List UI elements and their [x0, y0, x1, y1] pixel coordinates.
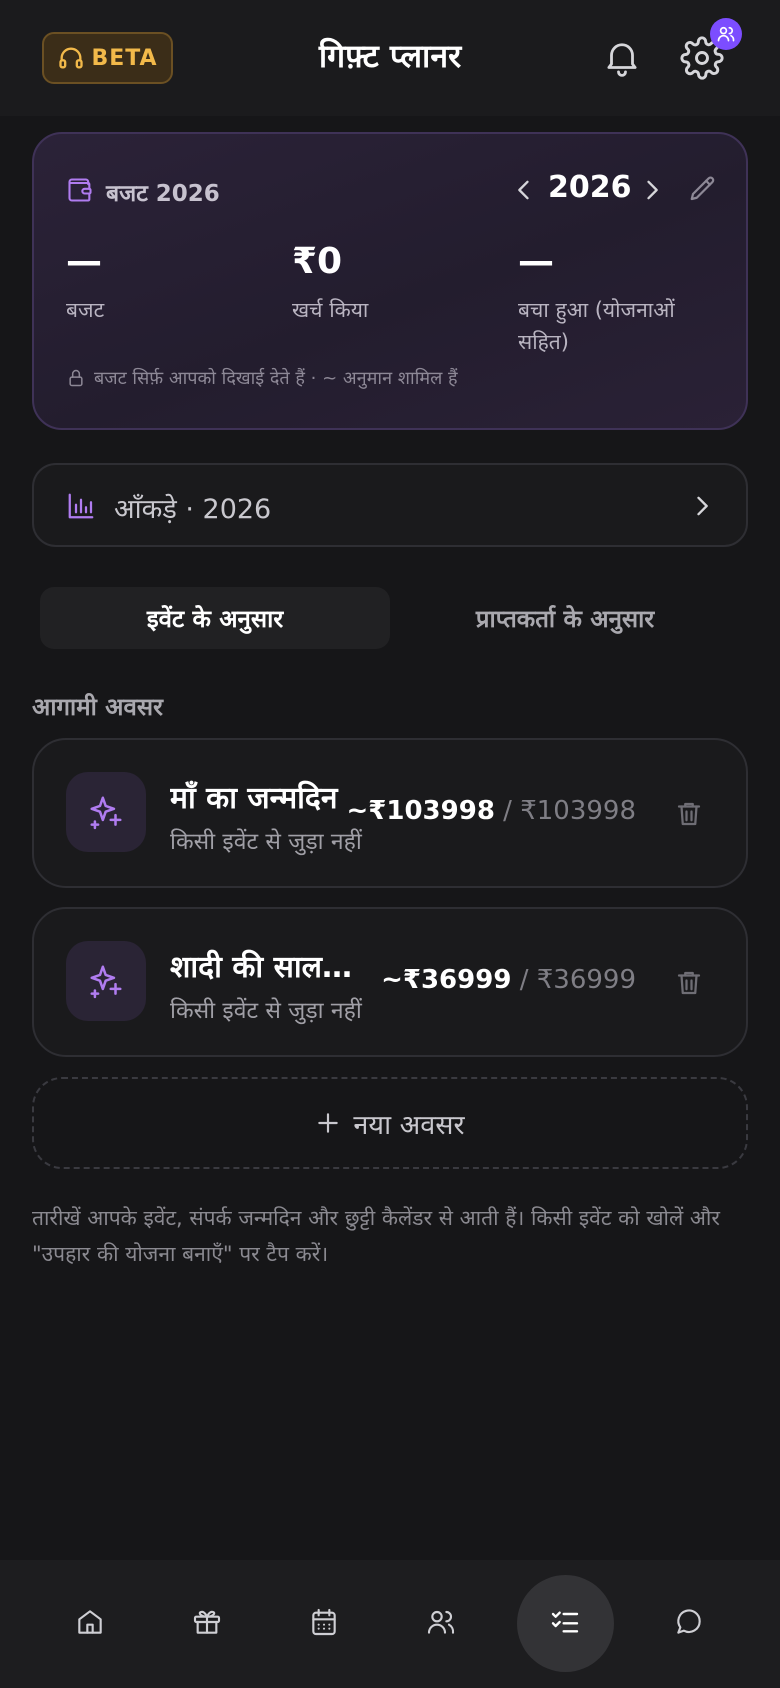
- nav-gifts[interactable]: [179, 1594, 235, 1650]
- stat-value: —: [518, 241, 554, 282]
- people-icon: [427, 1610, 455, 1634]
- chat-icon: [677, 1609, 701, 1634]
- stat-value: —: [66, 241, 102, 282]
- nav-people[interactable]: [413, 1594, 469, 1650]
- nav-home[interactable]: [62, 1594, 118, 1650]
- nav-planner[interactable]: [537, 1594, 593, 1650]
- section-title: आगामी अवसर: [32, 693, 163, 721]
- new-occasion-label: नया अवसर: [353, 1109, 465, 1141]
- privacy-note: बजट सिर्फ़ आपको दिखाई देते हैं · ~ अनुमा…: [66, 366, 458, 390]
- occasion-name: शादी की सालगिरह: [170, 950, 360, 985]
- trash-icon[interactable]: [674, 967, 704, 999]
- stat-label: खर्च किया: [292, 298, 369, 322]
- pencil-icon[interactable]: [688, 174, 718, 204]
- budget-year: 2026: [548, 170, 632, 205]
- users-icon: [717, 26, 735, 42]
- occasion-amount: ~₹36999 / ₹36999: [381, 965, 636, 995]
- amount-separator: /: [494, 796, 521, 826]
- gift-icon: [193, 1610, 221, 1634]
- sparkles-icon: [90, 965, 122, 999]
- planned-amount: ~₹36999: [381, 965, 512, 995]
- stat-value: ₹0: [292, 241, 343, 282]
- occasion-subtitle: किसी इवेंट से जुड़ा नहीं: [170, 829, 362, 855]
- stat-label: बचा हुआ (योजनाओं सहित): [518, 298, 675, 354]
- shared-users-badge[interactable]: [710, 18, 742, 50]
- nav-chat[interactable]: [661, 1594, 717, 1650]
- plus-icon: [318, 1113, 339, 1133]
- bottom-nav: [0, 1560, 780, 1688]
- stat-label: बजट: [66, 298, 105, 322]
- chevron-left-icon[interactable]: [510, 174, 538, 206]
- calendar-icon: [312, 1608, 336, 1636]
- lock-icon: [69, 369, 83, 387]
- stats-link[interactable]: आँकड़े · 2026: [32, 463, 748, 547]
- bell-icon[interactable]: [601, 36, 643, 78]
- occasion-card[interactable]: शादी की सालगिरह किसी इवेंट से जुड़ा नहीं…: [32, 907, 748, 1057]
- tab-by-recipient[interactable]: प्राप्तकर्ता के अनुसार: [392, 587, 738, 649]
- bar-chart-icon: [68, 493, 94, 519]
- budget-stat-total: — बजट: [66, 240, 276, 326]
- amount-separator: /: [511, 965, 537, 995]
- nav-calendar[interactable]: [296, 1594, 352, 1650]
- home-icon: [78, 1610, 102, 1634]
- budget-card: बजट 2026 2026 — बजट ₹0 खर्च किया — बचा ह…: [32, 132, 748, 430]
- total-amount: ₹103998: [520, 796, 636, 826]
- privacy-text: बजट सिर्फ़ आपको दिखाई देते हैं · ~ अनुमा…: [94, 368, 458, 389]
- chevron-right-icon: [697, 496, 708, 516]
- app-header: BETA गिफ़्ट प्लानर: [0, 0, 780, 116]
- occasion-icon: [66, 941, 146, 1021]
- occasion-subtitle: किसी इवेंट से जुड़ा नहीं: [170, 998, 362, 1024]
- chevron-right-icon[interactable]: [638, 174, 666, 206]
- total-amount: ₹36999: [536, 965, 636, 995]
- stats-link-label: आँकड़े · 2026: [114, 494, 272, 525]
- new-occasion-button[interactable]: नया अवसर: [32, 1077, 748, 1169]
- budget-label: बजट 2026: [106, 181, 220, 207]
- occasion-amount: ~₹103998 / ₹103998: [346, 796, 636, 826]
- budget-stat-spent: ₹0 खर्च किया: [292, 240, 502, 326]
- planned-amount: ~₹103998: [346, 796, 495, 826]
- wallet-icon: [68, 178, 92, 202]
- occasion-icon: [66, 772, 146, 852]
- footnote: तारीखें आपके इवेंट, संपर्क जन्मदिन और छु…: [32, 1206, 720, 1266]
- checklist-icon: [551, 1611, 579, 1633]
- page-title: गिफ़्ट प्लानर: [318, 37, 462, 75]
- occasion-card[interactable]: माँ का जन्मदिन किसी इवेंट से जुड़ा नहीं …: [32, 738, 748, 888]
- budget-stat-remaining: — बचा हुआ (योजनाओं सहित): [518, 240, 718, 358]
- tab-by-event[interactable]: इवेंट के अनुसार: [40, 587, 390, 649]
- trash-icon[interactable]: [674, 798, 704, 830]
- sparkles-icon: [90, 796, 122, 830]
